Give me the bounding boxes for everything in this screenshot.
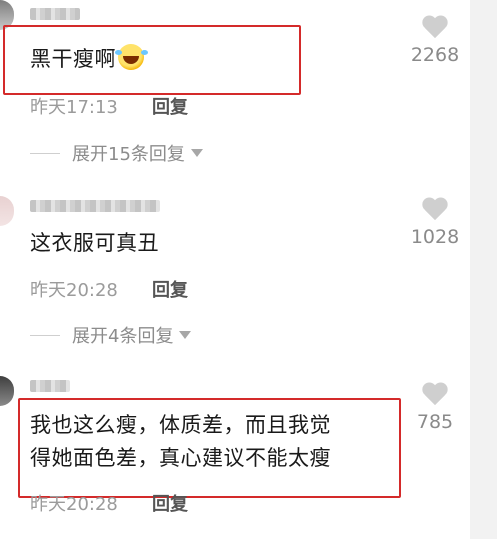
- chevron-down-icon: [190, 149, 203, 157]
- scroll-gutter: [470, 0, 497, 539]
- comment-text-line-2: 得她面色差，真心建议不能太瘦: [30, 446, 331, 470]
- comment-text: 黑干瘦啊: [30, 44, 144, 74]
- like-count: 1028: [410, 226, 460, 248]
- heart-icon: [422, 198, 448, 222]
- like-count: 2268: [410, 44, 460, 66]
- heart-icon: [422, 16, 448, 40]
- heart-icon: [422, 383, 448, 407]
- like-count: 785: [416, 411, 454, 433]
- comment-time: 昨天20:28: [30, 280, 118, 301]
- username-blurred: [30, 200, 160, 212]
- expand-replies[interactable]: 展开4条回复: [30, 322, 192, 348]
- comment-text: 这衣服可真丑: [30, 231, 159, 255]
- comment-text-content: 黑干瘦啊: [30, 47, 116, 71]
- laughing-crying-emoji-icon: [115, 44, 144, 70]
- expand-replies[interactable]: 展开15条回复: [30, 140, 203, 166]
- divider: [30, 334, 60, 336]
- comment-time: 昨天17:13: [30, 97, 118, 118]
- comment-time: 昨天20:28: [30, 494, 118, 515]
- username-blurred: [30, 8, 80, 20]
- avatar[interactable]: [0, 196, 14, 226]
- like-button[interactable]: 2268: [405, 16, 465, 66]
- divider: [30, 152, 60, 154]
- reply-button[interactable]: 回复: [152, 490, 188, 516]
- expand-replies-label: 展开15条回复: [72, 144, 185, 165]
- like-button[interactable]: 785: [405, 383, 465, 433]
- avatar[interactable]: [0, 376, 14, 406]
- username-blurred: [30, 380, 70, 392]
- reply-button[interactable]: 回复: [152, 276, 188, 302]
- reply-button[interactable]: 回复: [152, 93, 188, 119]
- chevron-down-icon: [179, 331, 192, 339]
- like-button[interactable]: 1028: [405, 198, 465, 248]
- expand-replies-label: 展开4条回复: [72, 326, 174, 347]
- comment-text-line-1: 我也这么瘦，体质差，而且我觉: [30, 413, 331, 437]
